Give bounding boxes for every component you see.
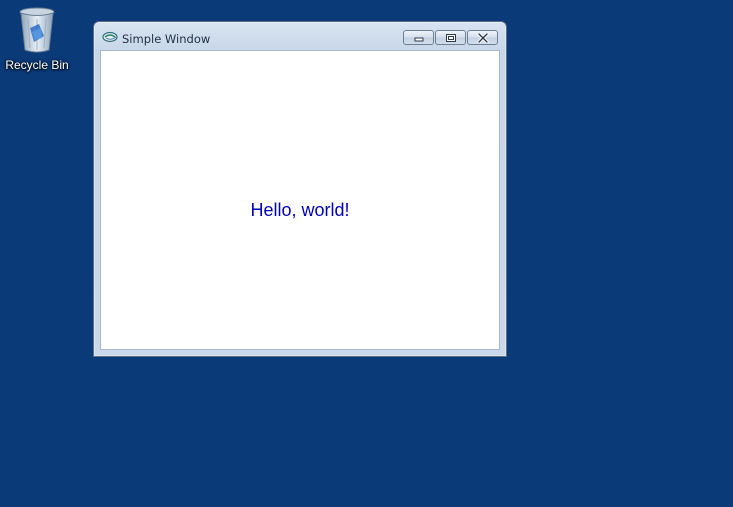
desktop-icon-recycle-bin[interactable]: Recycle Bin (2, 6, 72, 78)
maximize-icon (445, 33, 456, 42)
close-icon (476, 32, 489, 43)
simple-window[interactable]: Simple Window Hello, world! (93, 21, 507, 357)
hello-message: Hello, world! (250, 200, 350, 220)
recycle-bin-icon (19, 7, 55, 53)
minimize-button[interactable] (403, 30, 434, 45)
close-button[interactable] (467, 30, 498, 45)
minimize-icon (414, 37, 423, 41)
caption-buttons (402, 30, 498, 47)
window-title: Simple Window (122, 32, 211, 46)
maximize-button[interactable] (435, 30, 466, 45)
app-icon (102, 31, 118, 43)
title-bar[interactable]: Simple Window (94, 22, 506, 51)
recycle-bin-label: Recycle Bin (5, 58, 69, 72)
window-client-area: Hello, world! (100, 50, 500, 350)
